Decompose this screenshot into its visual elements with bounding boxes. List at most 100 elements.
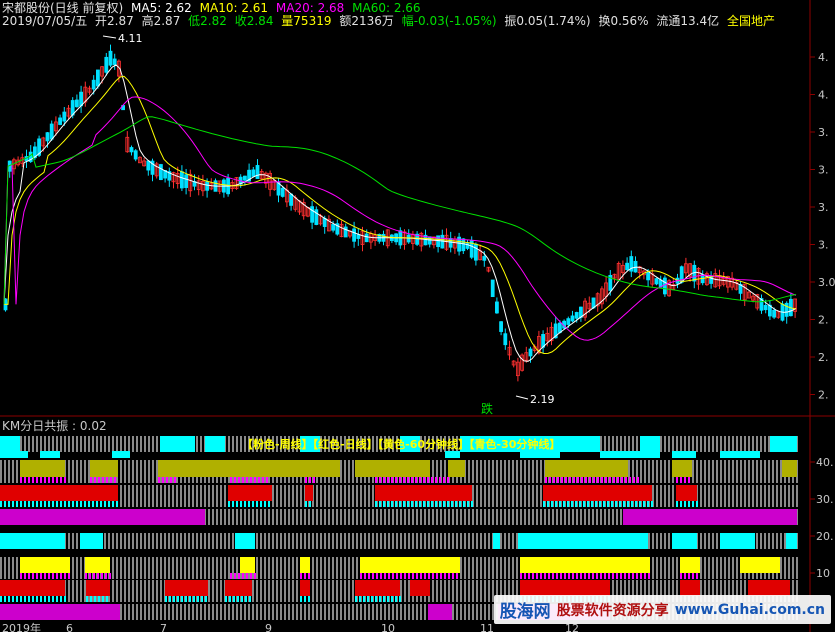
indicator-hatch — [408, 533, 410, 549]
indicator-hatch — [480, 477, 482, 483]
indicator-hatch — [684, 436, 686, 452]
candle-body — [331, 224, 336, 231]
indicator-hatch — [712, 460, 714, 477]
indicator-stripe — [8, 501, 10, 507]
indicator-hatch — [636, 436, 638, 452]
indicator-hatch — [516, 485, 518, 501]
indicator-hatch — [332, 533, 334, 549]
indicator-stripe — [32, 477, 34, 483]
indicator-hatch — [136, 533, 138, 549]
indicator-hatch — [456, 509, 458, 525]
indicator-hatch — [636, 460, 638, 477]
indicator-hatch — [344, 477, 346, 483]
indicator-stripe — [403, 501, 405, 507]
indicator-hatch — [376, 604, 378, 620]
indicator-hatch — [660, 580, 662, 596]
indicator-stripe — [387, 501, 389, 507]
indicator-hatch — [220, 580, 222, 596]
indicator-band — [235, 533, 255, 549]
indicator-hatch — [612, 580, 614, 596]
indicator-hatch — [500, 509, 502, 525]
indicator-hatch — [460, 509, 462, 525]
indicator-hatch — [480, 580, 482, 596]
indicator-hatch — [508, 501, 510, 507]
indicator-hatch — [464, 573, 466, 579]
indicator-stripe — [616, 573, 618, 579]
indicator-hatch — [296, 573, 298, 579]
stock-chart[interactable]: 4.112.19跌 4.4.3.3.3.3.3.02.2.2.40.30.20.… — [0, 0, 835, 632]
indicator-hatch — [404, 604, 406, 620]
indicator-hatch — [148, 460, 150, 477]
indicator-stripe — [684, 477, 686, 483]
indicator-hatch — [628, 436, 630, 452]
indicator-hatch — [652, 573, 654, 579]
candle-body — [75, 99, 79, 108]
indicator-hatch — [152, 533, 154, 549]
indicator-stripe — [408, 573, 410, 579]
indicator-hatch — [76, 436, 78, 452]
indicator-hatch — [556, 509, 558, 525]
indicator-hatch — [104, 436, 106, 452]
indicator-hatch — [340, 557, 342, 573]
indicator-stripe — [24, 573, 26, 579]
indicator-hatch — [488, 604, 490, 620]
indicator-stripe — [24, 477, 26, 483]
indicator-hatch — [712, 580, 714, 596]
indicator-hatch — [652, 580, 654, 596]
indicator-hatch — [780, 557, 782, 573]
indicator-hatch — [192, 533, 194, 549]
indicator-hatch — [148, 533, 150, 549]
indicator-hatch — [468, 580, 470, 596]
indicator-stripe — [623, 501, 625, 507]
indicator-hatch — [508, 460, 510, 477]
indicator-hatch — [248, 604, 250, 620]
indicator-hatch — [168, 533, 170, 549]
indicator-hatch — [228, 604, 230, 620]
indicator-hatch — [512, 557, 514, 573]
indicator-panel[interactable] — [0, 436, 798, 620]
indicator-stripe — [443, 477, 445, 483]
indicator-hatch — [320, 477, 322, 483]
indicator-hatch — [208, 580, 210, 596]
indicator-hatch — [796, 573, 798, 579]
indicator-hatch — [268, 580, 270, 596]
indicator-stripe — [423, 477, 425, 483]
indicator-hatch — [704, 501, 706, 507]
indicator-hatch — [132, 501, 134, 507]
indicator-hatch — [504, 460, 506, 477]
indicator-hatch — [488, 533, 490, 549]
indicator-hatch — [724, 557, 726, 573]
candle-body — [763, 304, 768, 311]
indicator-hatch — [276, 501, 278, 507]
indicator-hatch — [772, 485, 774, 501]
indicator-hatch — [628, 460, 630, 477]
indicator-hatch — [200, 485, 202, 501]
indicator-hatch — [672, 485, 674, 501]
indicator-stripe — [309, 477, 311, 483]
indicator-hatch — [520, 509, 522, 525]
indicator-hatch — [744, 477, 746, 483]
indicator-hatch — [260, 477, 262, 483]
indicator-hatch — [528, 485, 530, 501]
indicator-hatch — [528, 509, 530, 525]
indicator-stripe — [620, 573, 622, 579]
indicator-hatch — [476, 596, 478, 602]
indicator-hatch — [652, 485, 654, 501]
indicator-hatch — [76, 460, 78, 477]
indicator-hatch — [148, 604, 150, 620]
indicator-stripe — [97, 573, 99, 579]
indicator-hatch — [780, 573, 782, 579]
indicator-stripe — [672, 451, 696, 458]
indicator-hatch — [340, 485, 342, 501]
indicator-hatch — [168, 501, 170, 507]
indicator-hatch — [768, 573, 770, 579]
indicator-hatch — [268, 596, 270, 602]
indicator-hatch — [500, 533, 502, 549]
kline-panel[interactable]: 4.112.19跌 — [3, 32, 797, 416]
indicator-stripe — [456, 573, 458, 579]
indicator-hatch — [336, 501, 338, 507]
candle-body — [62, 111, 67, 122]
high-price: 高2.87 — [141, 14, 181, 28]
indicator-hatch — [140, 436, 142, 452]
sector-link[interactable]: 全国地产 — [727, 14, 775, 28]
